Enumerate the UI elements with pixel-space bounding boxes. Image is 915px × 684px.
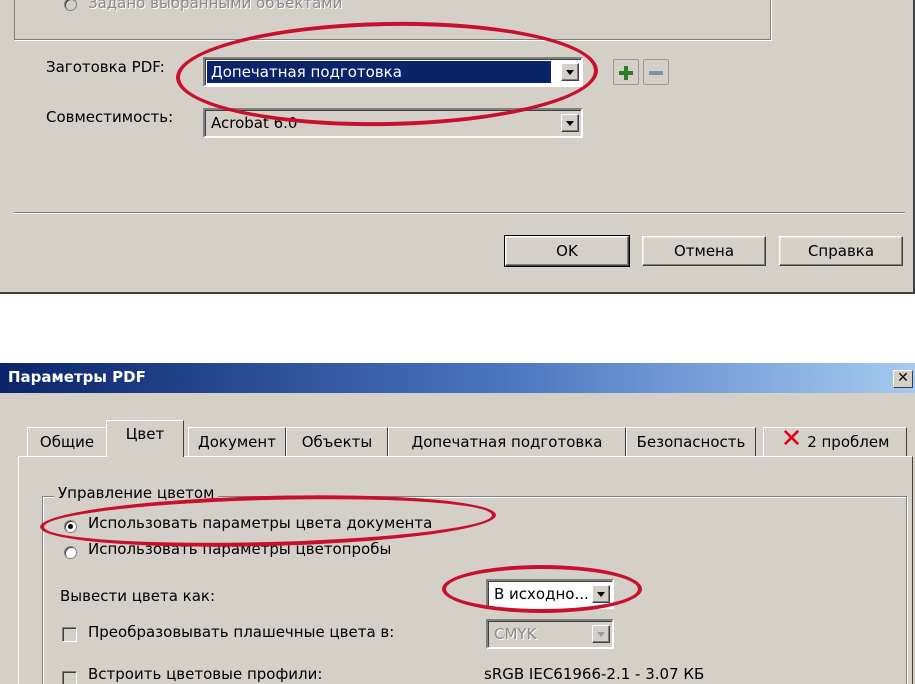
cancel-button[interactable]: Отмена [642, 236, 766, 266]
minus-icon [649, 71, 663, 75]
tab-label: Документ [198, 433, 276, 451]
embed-profiles-checkbox[interactable] [62, 671, 77, 684]
tab-label: Общие [39, 433, 95, 451]
convert-spot-label: Преобразовывать плашечные цвета в: [88, 623, 395, 641]
close-icon: ✕ [897, 370, 909, 386]
tab-label: Цвет [125, 425, 165, 443]
annotation-ring [442, 565, 642, 613]
ok-button[interactable]: OK [504, 235, 630, 267]
tab-objects[interactable]: Объекты [286, 427, 388, 456]
tab-general[interactable]: Общие [27, 427, 107, 456]
error-x-icon: ✕ [780, 424, 803, 454]
embed-profiles-value: sRGB IEC61966-2.1 - 3.07 КБ [484, 665, 705, 683]
tab-security[interactable]: Безопасность [626, 427, 756, 456]
remove-preset-button[interactable] [643, 59, 669, 85]
separator [14, 212, 905, 214]
output-colors-label: Вывести цвета как: [60, 587, 216, 605]
pdf-settings-dialog: Параметры PDF ✕ Общие Цвет Документ Объе… [0, 363, 915, 684]
chevron-down-icon [592, 625, 610, 643]
dialog-title: Параметры PDF [8, 368, 146, 386]
convert-spot-combo[interactable]: CMYK [486, 619, 614, 649]
close-button[interactable]: ✕ [893, 370, 913, 388]
convert-spot-checkbox[interactable] [62, 627, 77, 642]
tab-color[interactable]: Цвет [106, 420, 184, 457]
chevron-down-icon[interactable] [561, 114, 579, 132]
tab-document[interactable]: Документ [188, 427, 286, 456]
convert-spot-value: CMYK [494, 625, 537, 643]
tab-label: Безопасность [636, 433, 746, 451]
tab-label: 2 проблем [807, 433, 890, 451]
pdf-preset-label: Заготовка PDF: [46, 58, 165, 76]
embed-profiles-label: Встроить цветовые профили: [88, 665, 323, 683]
radio-selected-objects-label: Задано выбранными объектами [88, 0, 343, 12]
title-bar[interactable]: Параметры PDF ✕ [0, 363, 915, 393]
help-button[interactable]: Справка [779, 236, 903, 266]
tab-issues[interactable]: ✕ 2 проблем [763, 424, 907, 456]
export-dialog-fragment: Задано выбранными объектами Заготовка PD… [0, 0, 915, 294]
compatibility-label: Совместимость: [46, 108, 174, 126]
tab-label: Объекты [301, 433, 373, 451]
radio-proof-colors[interactable] [64, 546, 77, 559]
tab-prepress[interactable]: Допечатная подготовка [388, 427, 626, 456]
add-preset-button[interactable] [613, 59, 639, 85]
tab-label: Допечатная подготовка [411, 433, 603, 451]
